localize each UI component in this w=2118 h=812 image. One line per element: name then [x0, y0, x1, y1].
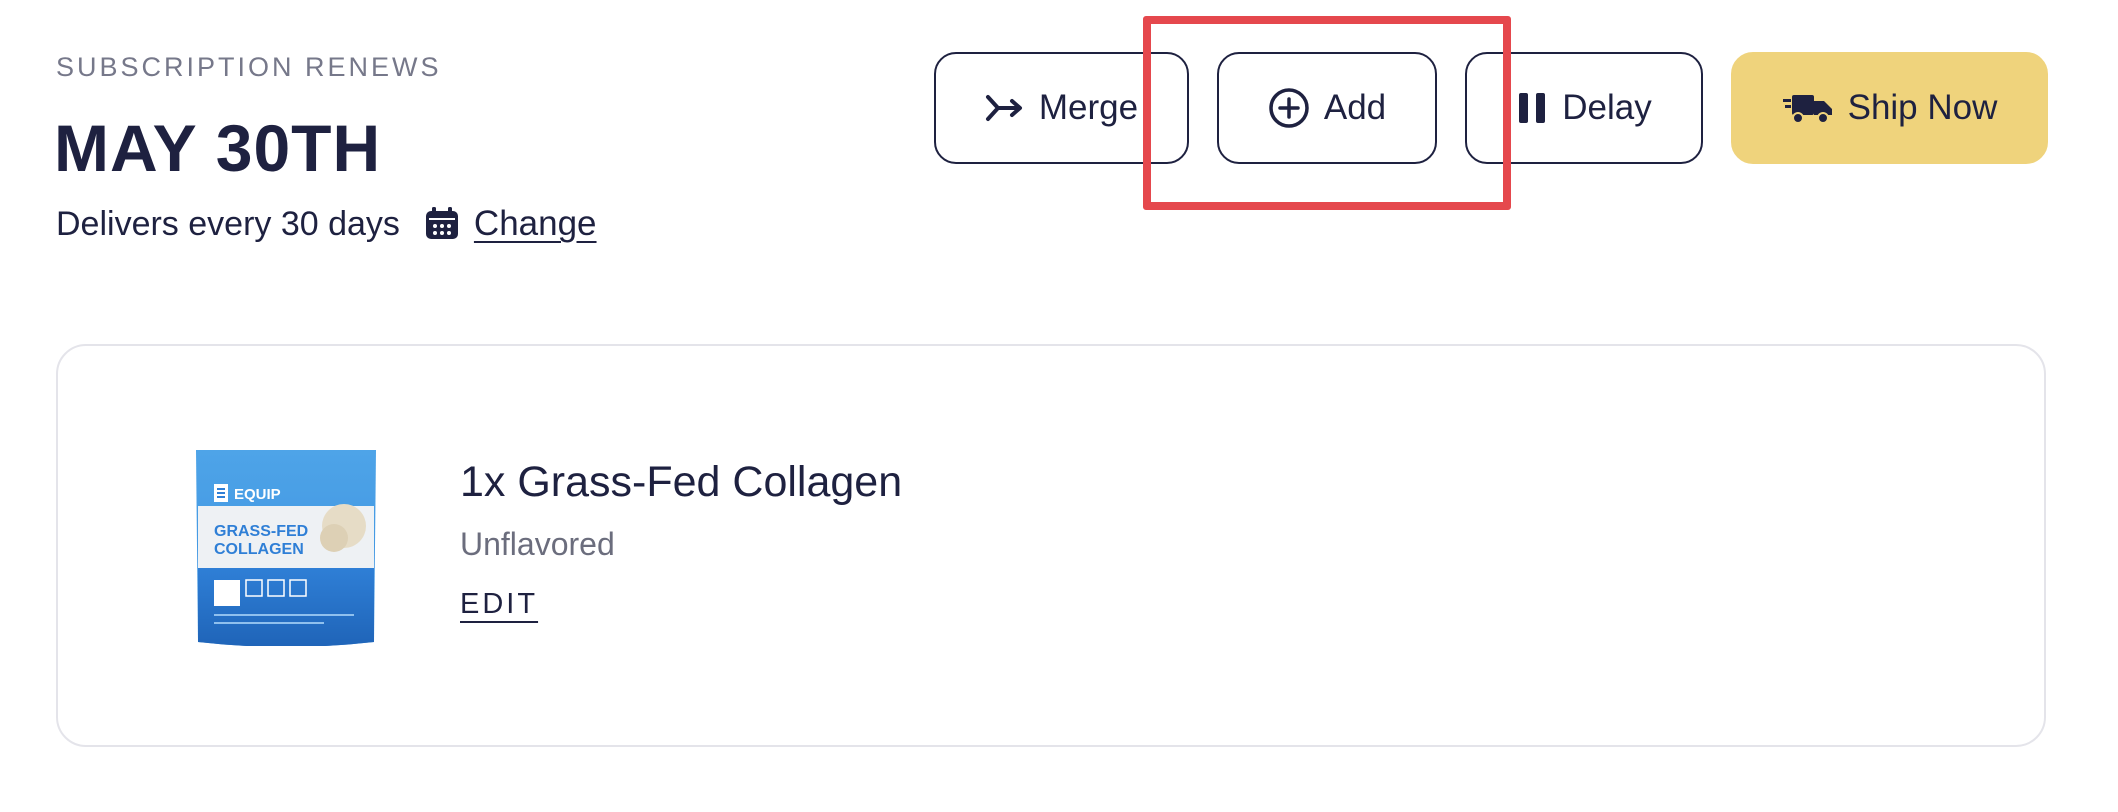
pause-icon: [1516, 91, 1548, 125]
renews-label: SUBSCRIPTION RENEWS: [56, 52, 442, 82]
product-image: EQUIP GRASS-FED COLLAGEN: [184, 446, 388, 647]
truck-icon: [1782, 91, 1834, 125]
ship-now-button[interactable]: Ship Now: [1731, 52, 2048, 164]
change-frequency-link[interactable]: Change: [474, 204, 597, 244]
delay-button-label: Delay: [1562, 88, 1652, 127]
delivery-frequency-row: Delivers every 30 days Change: [56, 198, 597, 250]
subscription-page: SUBSCRIPTION RENEWS MAY 30TH Delivers ev…: [0, 0, 2118, 812]
product-card: EQUIP GRASS-FED COLLAGEN 1x Grass-Fed Co…: [56, 344, 2046, 747]
calendar-icon: [424, 206, 460, 242]
package-line1: GRASS-FED: [214, 523, 308, 540]
add-button[interactable]: Add: [1217, 52, 1437, 164]
renew-date: MAY 30TH: [54, 111, 382, 185]
merge-button-label: Merge: [1038, 88, 1139, 127]
plus-circle-icon: [1268, 87, 1310, 129]
add-button-label: Add: [1323, 88, 1387, 127]
merge-arrow-icon: [985, 92, 1025, 124]
edit-product-link[interactable]: EDIT: [460, 588, 538, 621]
ship-now-button-label: Ship Now: [1847, 88, 1998, 127]
merge-button[interactable]: Merge: [934, 52, 1189, 164]
package-brand: EQUIP: [234, 486, 281, 503]
product-title: 1x Grass-Fed Collagen: [460, 458, 903, 506]
product-variant: Unflavored: [460, 526, 615, 562]
package-line2: COLLAGEN: [214, 541, 304, 558]
delivery-frequency-text: Delivers every 30 days: [56, 204, 400, 243]
delay-button[interactable]: Delay: [1465, 52, 1703, 164]
